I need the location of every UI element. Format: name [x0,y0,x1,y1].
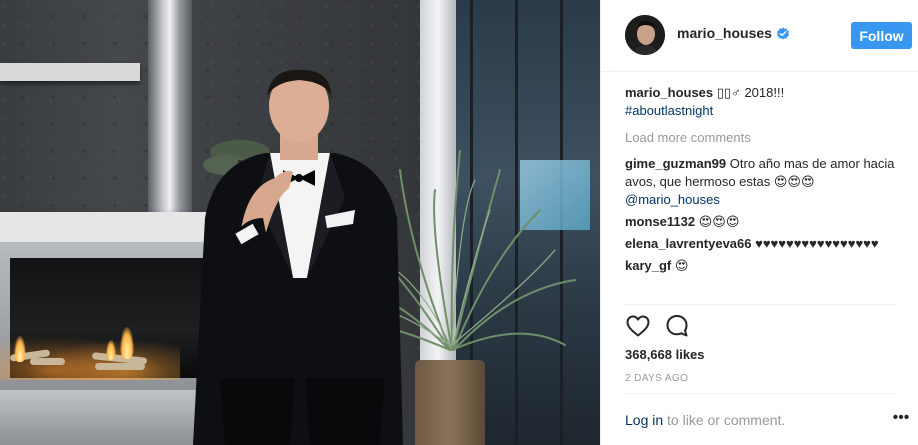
login-prompt: Log in to like or comment. [625,412,785,428]
photo-flame [14,336,26,362]
comment-text: ♥♥♥♥♥♥♥♥♥♥♥♥♥♥♥♥ [755,236,879,251]
comment-text: 😍 [674,258,689,273]
load-more-comments-button[interactable]: Load more comments [625,129,900,147]
photo-plant-pot [415,360,485,445]
avatar-photo [625,15,665,55]
comment-mention[interactable]: @mario_houses [625,192,720,207]
author-username[interactable]: mario_houses [677,25,772,41]
follow-button[interactable]: Follow [851,22,912,49]
comment-item: elena_lavrentyeva66 ♥♥♥♥♥♥♥♥♥♥♥♥♥♥♥♥ [625,235,900,253]
caption-hashtag[interactable]: #aboutlastnight [625,103,713,118]
comment-item: gime_guzman99 Otro año mas de amor hacia… [625,155,900,209]
author-avatar[interactable] [625,15,665,55]
caption: mario_houses ▯▯♂ 2018!!! #aboutlastnight [625,84,900,120]
comment-username[interactable]: monse1132 [625,214,695,229]
comment-item: kary_gf 😍 [625,257,900,275]
post-sidebar: mario_houses Follow mario_houses ▯▯♂ 201… [600,0,918,445]
verified-badge-icon [777,27,789,40]
login-link[interactable]: Log in [625,412,663,428]
comment-item: monse1132 😍😍😍 [625,213,900,231]
caption-username[interactable]: mario_houses [625,85,713,100]
comment-username[interactable]: gime_guzman99 [625,156,726,171]
photo-shelf [0,63,140,81]
post-photo[interactable] [0,0,600,445]
speech-bubble-icon[interactable] [664,313,690,339]
post-timestamp: 2 DAYS AGO [625,373,689,384]
comments-list: mario_houses ▯▯♂ 2018!!! #aboutlastnight… [625,84,900,279]
comment-username[interactable]: kary_gf [625,258,671,273]
comment-username[interactable]: elena_lavrentyeva66 [625,236,751,251]
likes-count[interactable]: 368,668 likes [625,347,705,362]
caption-text: ▯▯♂ 2018!!! [716,85,785,100]
heart-icon[interactable] [625,313,651,339]
photo-person [193,69,403,445]
post-header: mario_houses Follow [601,0,918,72]
login-divider [625,393,895,394]
comment-text: 😍😍😍 [698,214,740,229]
more-options-icon[interactable]: ••• [891,408,911,428]
login-prompt-text: to like or comment. [667,412,786,428]
actions-divider [625,304,895,305]
instagram-post-view: mario_houses Follow mario_houses ▯▯♂ 201… [0,0,918,445]
